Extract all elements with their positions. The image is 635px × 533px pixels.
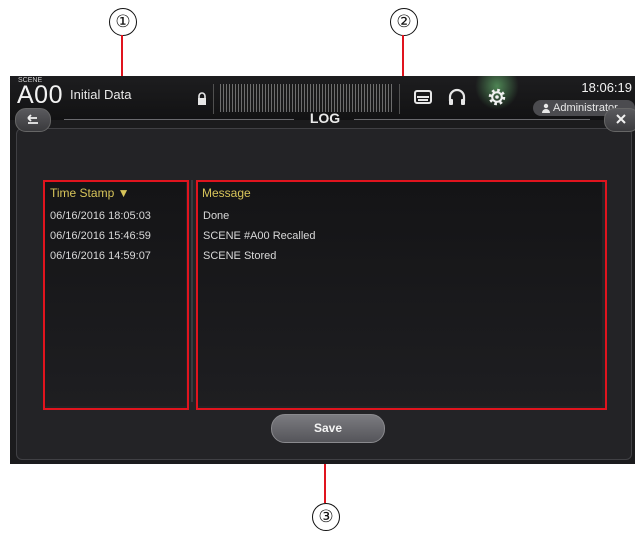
callout-2: ② [390,8,418,36]
topbar-divider [213,84,214,114]
title-rule-right [354,119,590,120]
headphones-icon[interactable] [446,86,468,108]
close-icon [616,114,626,124]
lock-icon[interactable] [197,92,207,106]
callout-3: ③ [312,503,340,531]
title-rule-left [64,119,294,120]
gear-icon[interactable] [486,86,508,108]
scene-title[interactable]: Initial Data [70,87,131,102]
dialog-title: LOG [309,110,341,126]
back-button[interactable] [15,108,51,132]
back-arrow-icon [27,114,38,124]
recorder-icon[interactable] [412,86,434,108]
callout-1: ① [109,8,137,36]
column-divider [191,180,193,402]
level-meters[interactable] [220,84,392,112]
message-highlight [196,180,607,410]
topbar-divider [399,84,400,114]
user-icon [542,103,550,113]
save-button[interactable]: Save [271,414,385,443]
close-button[interactable] [604,108,635,132]
timestamp-highlight [43,180,189,410]
clock: 18:06:19 [581,80,632,95]
scene-number[interactable]: A00 [17,81,63,110]
